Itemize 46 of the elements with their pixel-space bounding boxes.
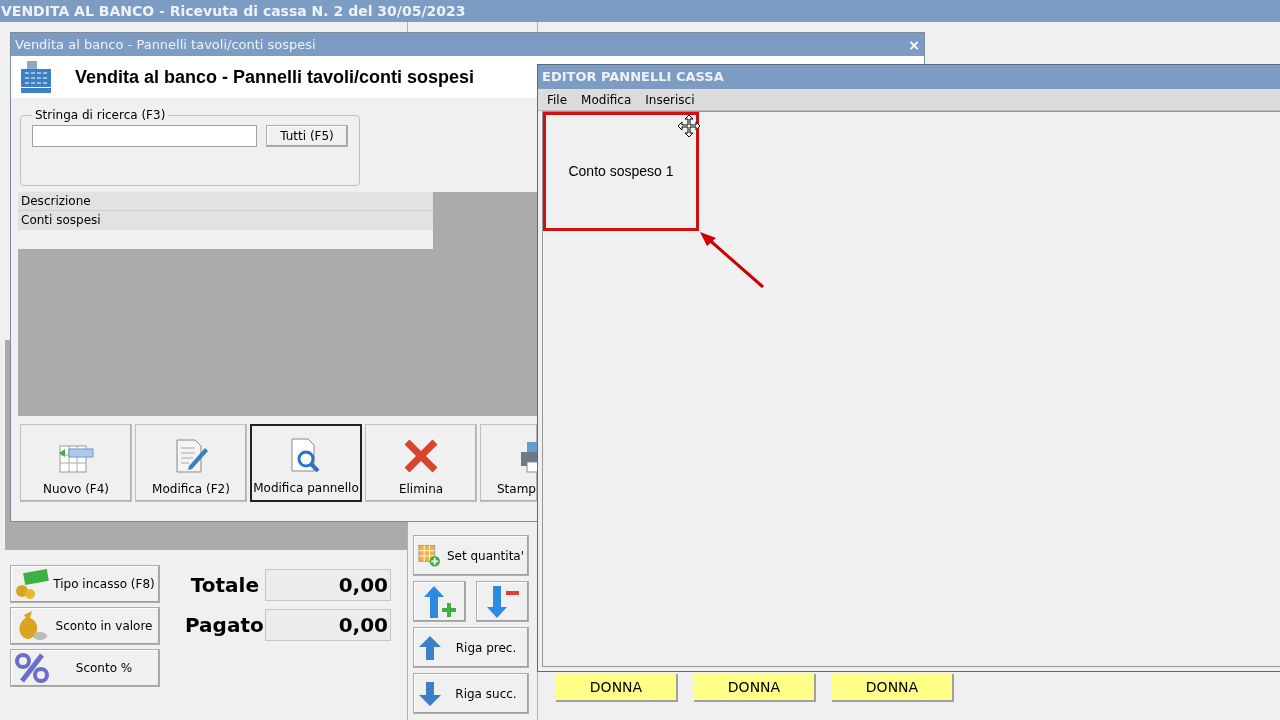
table-cell[interactable]: Conti sospesi — [18, 211, 433, 230]
grid-plus-icon — [418, 542, 441, 569]
money-icon — [14, 569, 50, 599]
arrow-down-icon — [418, 680, 442, 707]
payment-button[interactable]: Sconto % — [10, 649, 160, 687]
total-label: Totale — [189, 572, 259, 599]
dialog-button[interactable]: Modifica pannello — [250, 424, 362, 502]
total-field: 0,00 — [265, 609, 391, 641]
table-arrow-icon — [57, 442, 95, 474]
delete-row-button[interactable] — [476, 581, 529, 622]
cash-register-icon — [19, 60, 53, 94]
insert-row-button[interactable] — [413, 581, 466, 622]
side-button[interactable]: Riga prec. — [413, 627, 529, 668]
menu-item[interactable]: Modifica — [581, 90, 632, 109]
panel-button[interactable]: DONNA — [556, 674, 678, 702]
window-title: VENDITA AL BANCO - Ricevuta di cassa N. 2 del 30/05/2023 — [0, 0, 1280, 22]
panel-item[interactable]: Conto sospeso 1 — [543, 112, 699, 231]
move-cursor-icon — [677, 114, 701, 138]
dialog-button[interactable]: Modifica (F2) — [135, 424, 247, 502]
document-pencil-icon — [173, 438, 209, 474]
panel-button[interactable]: DONNA — [694, 674, 816, 702]
close-icon — [403, 438, 439, 474]
search-field[interactable] — [32, 125, 257, 147]
arrow-up-icon — [418, 634, 442, 661]
percent-icon — [14, 652, 50, 684]
menu-item[interactable]: File — [547, 90, 568, 109]
side-button[interactable]: Riga succ. — [413, 673, 529, 714]
dialog-title: Vendita al banco - Pannelli tavoli/conti sospesi — [15, 35, 316, 54]
payment-button[interactable]: Sconto in valore — [10, 607, 160, 645]
side-button[interactable]: Set quantita' — [413, 535, 529, 576]
editor-title: EDITOR PANNELLI CASSA — [542, 68, 724, 87]
search-legend: Stringa di ricerca (F3) — [32, 106, 169, 124]
all-button[interactable]: Tutti (F5) — [266, 125, 348, 147]
dialog-heading: Vendita al banco - Pannelli tavoli/conti sospesi — [75, 65, 475, 89]
annotation-arrow — [698, 230, 766, 290]
menu-item[interactable]: Inserisci — [645, 90, 695, 109]
total-field: 0,00 — [265, 569, 391, 601]
printer-icon — [519, 440, 537, 474]
arrow-up-plus-icon — [422, 584, 457, 619]
dialog-button[interactable]: Elimina — [365, 424, 477, 502]
payment-button[interactable]: Tipo incasso (F8) — [10, 565, 160, 603]
dialog-button[interactable]: Nuovo (F4) — [20, 424, 132, 502]
panel-button[interactable]: DONNA — [832, 674, 954, 702]
dialog-button[interactable]: Stamp — [480, 424, 537, 502]
arrow-down-minus-icon — [485, 584, 520, 619]
column-header: Descrizione — [20, 193, 92, 210]
